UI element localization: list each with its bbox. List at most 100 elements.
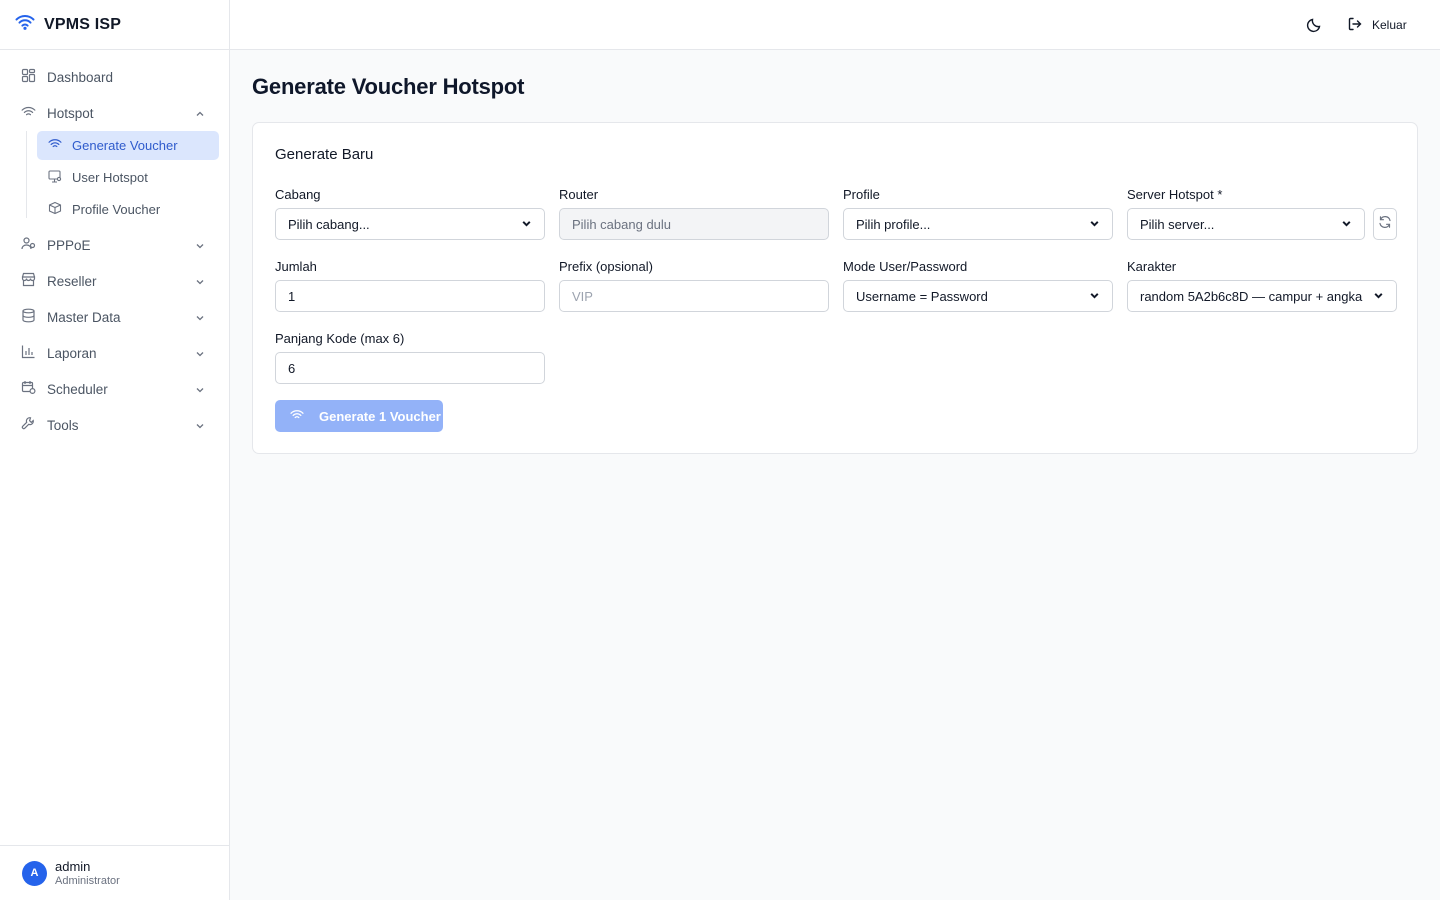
sidebar-item-scheduler[interactable]: Scheduler: [0, 371, 229, 407]
jumlah-value: 1: [288, 288, 296, 304]
chevron-down-icon: [195, 383, 205, 398]
wifi-icon: [15, 14, 35, 35]
package-icon: [48, 201, 62, 218]
router-input: Pilih cabang dulu: [559, 208, 829, 240]
karakter-label: Karakter: [1127, 259, 1177, 274]
wifi-icon: [21, 105, 36, 122]
prefix-input[interactable]: VIP: [559, 280, 829, 312]
profile-label: Profile: [843, 187, 880, 202]
sidebar-nav: Dashboard Hotspot Generate Voucher User …: [0, 50, 229, 443]
refresh-server-button[interactable]: [1373, 208, 1397, 240]
chevron-down-icon: [195, 311, 205, 326]
brand-title: VPMS ISP: [44, 15, 122, 33]
mode-select[interactable]: Username = Password: [843, 280, 1113, 312]
sidebar-item-hotspot[interactable]: Hotspot: [0, 95, 229, 131]
server-select[interactable]: Pilih server...: [1127, 208, 1365, 240]
profile-value: Pilih profile...: [856, 216, 931, 232]
sidebar-item-user-hotspot[interactable]: User Hotspot: [37, 163, 219, 192]
cabang-value: Pilih cabang...: [288, 216, 370, 232]
topbar: Keluar: [230, 0, 1440, 50]
jumlah-field: Jumlah 1: [275, 259, 545, 312]
chevron-down-icon: [195, 239, 205, 254]
chevron-up-icon: [195, 107, 205, 122]
users-icon: [21, 236, 36, 254]
user-profile[interactable]: A admin Administrator: [0, 845, 229, 900]
database-icon: [21, 308, 36, 326]
jumlah-label: Jumlah: [275, 259, 317, 274]
logout-icon: [1347, 16, 1363, 35]
server-value: Pilih server...: [1140, 216, 1215, 232]
sidebar-item-profile-voucher[interactable]: Profile Voucher: [37, 195, 219, 224]
mode-value: Username = Password: [856, 288, 988, 304]
jumlah-input[interactable]: 1: [275, 280, 545, 312]
sidebar-item-tools[interactable]: Tools: [0, 407, 229, 443]
chevron-down-icon: [1089, 289, 1100, 304]
karakter-select[interactable]: random 5A2b6c8D — campur + angka: [1127, 280, 1397, 312]
moon-icon: [1306, 18, 1322, 37]
sidebar-item-master-data[interactable]: Master Data: [0, 299, 229, 335]
sidebar-item-label: Laporan: [47, 345, 97, 361]
sidebar-item-label: Profile Voucher: [72, 202, 161, 217]
chevron-down-icon: [1089, 217, 1100, 232]
generate-voucher-button[interactable]: Generate 1 Voucher: [275, 400, 443, 432]
card-title: Generate Baru: [275, 146, 374, 163]
panjang-kode-field: Panjang Kode (max 6) 6: [275, 331, 545, 384]
user-name: admin: [55, 858, 91, 874]
sidebar-item-laporan[interactable]: Laporan: [0, 335, 229, 371]
logout-button[interactable]: Keluar: [1347, 15, 1407, 35]
profile-select[interactable]: Pilih profile...: [843, 208, 1113, 240]
dashboard-grid-icon: [21, 68, 36, 86]
page-title: Generate Voucher Hotspot: [252, 74, 525, 99]
calendar-icon: [21, 380, 36, 398]
chevron-down-icon: [195, 275, 205, 290]
generate-button-label: Generate 1 Voucher: [319, 408, 441, 424]
panjang-value: 6: [288, 360, 296, 376]
chevron-down-icon: [195, 347, 205, 362]
prefix-field: Prefix (opsional) VIP: [559, 259, 829, 312]
sidebar-item-label: Reseller: [47, 273, 97, 289]
cabang-field: Cabang Pilih cabang...: [275, 187, 545, 240]
prefix-placeholder: VIP: [572, 288, 593, 304]
sidebar-item-label: Scheduler: [47, 381, 108, 397]
sidebar-item-reseller[interactable]: Reseller: [0, 263, 229, 299]
bar-chart-icon: [21, 344, 36, 362]
chevron-down-icon: [1373, 289, 1384, 304]
panjang-label: Panjang Kode (max 6): [275, 331, 405, 346]
store-icon: [21, 272, 36, 290]
sidebar-item-label: User Hotspot: [72, 170, 148, 185]
router-value: Pilih cabang dulu: [572, 216, 672, 232]
brand[interactable]: VPMS ISP: [0, 0, 229, 50]
cabang-select[interactable]: Pilih cabang...: [275, 208, 545, 240]
chevron-down-icon: [521, 217, 532, 232]
sidebar-item-label: Dashboard: [47, 69, 114, 85]
theme-toggle-button[interactable]: [1306, 17, 1322, 33]
sidebar-item-generate-voucher[interactable]: Generate Voucher: [37, 131, 219, 160]
sidebar-item-pppoe[interactable]: PPPoE: [0, 227, 229, 263]
sidebar-item-label: Tools: [47, 417, 79, 433]
server-hotspot-field: Server Hotspot * Pilih server...: [1127, 187, 1397, 240]
generate-voucher-card: Generate Baru Cabang Pilih cabang... Rou…: [252, 122, 1418, 454]
user-info: admin Administrator: [55, 859, 120, 888]
wifi-icon: [48, 138, 62, 153]
mode-field: Mode User/Password Username = Password: [843, 259, 1113, 312]
sidebar-item-label: PPPoE: [47, 237, 91, 253]
router-label: Router: [559, 187, 599, 202]
sidebar-item-label: Master Data: [47, 309, 121, 325]
monitor-user-icon: [48, 169, 62, 186]
wrench-icon: [21, 416, 36, 434]
router-field: Router Pilih cabang dulu: [559, 187, 829, 240]
panjang-input[interactable]: 6: [275, 352, 545, 384]
user-role: Administrator: [55, 874, 120, 887]
sidebar-item-label: Generate Voucher: [72, 138, 178, 153]
cabang-label: Cabang: [275, 187, 321, 202]
refresh-icon: [1378, 215, 1392, 234]
logout-label: Keluar: [1372, 18, 1407, 32]
chevron-down-icon: [195, 419, 205, 434]
mode-label: Mode User/Password: [843, 259, 968, 274]
chevron-down-icon: [1341, 217, 1352, 232]
profile-field: Profile Pilih profile...: [843, 187, 1113, 240]
hotspot-submenu: Generate Voucher User Hotspot Profile Vo…: [0, 131, 229, 224]
prefix-label: Prefix (opsional): [559, 259, 653, 274]
sidebar-item-label: Hotspot: [47, 105, 94, 121]
sidebar-item-dashboard[interactable]: Dashboard: [0, 59, 229, 95]
